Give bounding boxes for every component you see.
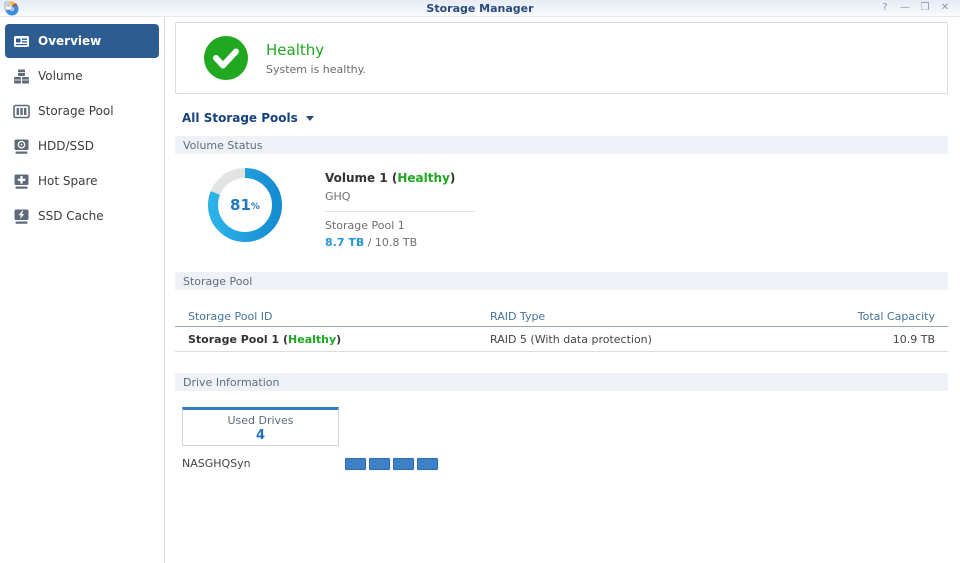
drive-slot[interactable] [417,458,438,470]
percent-value: 81 [230,196,251,214]
sidebar-item-overview[interactable]: Overview [5,24,159,58]
sidebar-item-storage-pool[interactable]: Storage Pool [5,94,159,128]
storage-pool-table: Storage Pool ID RAID Type Total Capacity… [175,306,948,352]
hdd-ssd-icon [13,138,30,155]
help-icon[interactable]: ? [880,3,890,13]
close-icon[interactable]: ✕ [940,3,950,13]
drive-slot[interactable] [393,458,414,470]
total-capacity-cell: 10.9 TB [825,333,935,346]
volume-usage-percent: 81% [207,167,283,243]
volume-name: Volume 1 (Healthy) [325,171,475,185]
section-header-drive-info: Drive Information [175,373,948,391]
pool-id-text: Storage Pool 1 [188,333,279,346]
used-drives-count: 4 [183,428,338,443]
pool-status-paren: ( [279,333,288,346]
chevron-down-icon [306,116,314,121]
titlebar: Storage Manager ? — ❐ ✕ [0,0,960,17]
volume-status-panel: 81% Volume 1 (Healthy) GHQ Storage Pool … [175,154,948,261]
sidebar-item-hot-spare[interactable]: Hot Spare [5,164,159,198]
pool-filter-label: All Storage Pools [182,111,298,125]
capacity-separator: / [364,236,375,249]
storage-pool-icon [13,103,30,120]
enclosure-name: NASGHQSyn [182,457,345,470]
divider [325,211,475,212]
table-row[interactable]: Storage Pool 1 (Healthy) RAID 5 (With da… [175,327,948,352]
volume-capacity: 8.7 TB / 10.8 TB [325,236,475,249]
maximize-icon[interactable]: ❐ [920,3,930,13]
pool-status-paren: ) [336,333,341,346]
volume-pool-name: Storage Pool 1 [325,219,475,232]
drive-slot[interactable] [345,458,366,470]
drive-slot[interactable] [369,458,390,470]
sidebar-item-label: Volume [38,69,83,83]
volume-name-text: Volume 1 [325,171,388,185]
volume-total: 10.8 TB [375,236,417,249]
window-controls: ? — ❐ ✕ [880,3,960,13]
sidebar-item-volume[interactable]: Volume [5,59,159,93]
window-title: Storage Manager [0,2,960,15]
healthy-check-icon [204,36,248,80]
health-status: Healthy [266,41,366,59]
minimize-icon[interactable]: — [900,3,910,13]
sidebar-item-hdd-ssd[interactable]: HDD/SSD [5,129,159,163]
pool-id-cell: Storage Pool 1 (Healthy) [188,333,490,346]
volume-icon [13,68,30,85]
column-header-total-capacity: Total Capacity [825,310,935,323]
column-header-pool-id: Storage Pool ID [188,310,490,323]
volume-used: 8.7 TB [325,236,364,249]
drive-slots [345,458,438,470]
pool-status-text: Healthy [288,333,336,346]
sidebar-item-label: Storage Pool [38,104,114,118]
overview-icon [13,33,30,50]
section-header-volume-status: Volume Status [175,136,948,154]
health-banner: Healthy System is healthy. [175,22,948,94]
column-header-raid-type: RAID Type [490,310,825,323]
enclosure-row: NASGHQSyn [182,457,948,470]
sidebar-item-label: HDD/SSD [38,139,94,153]
table-header-row: Storage Pool ID RAID Type Total Capacity [175,306,948,327]
hot-spare-icon [13,173,30,190]
storage-manager-app-icon [4,1,19,16]
volume-status-text: Healthy [397,171,450,185]
drive-information-section: Drive Information Used Drives 4 NASGHQSy… [175,373,948,470]
sidebar-item-label: SSD Cache [38,209,104,223]
sidebar: Overview Volume [0,17,165,563]
storage-manager-window: Overview Volume [0,17,960,563]
health-message: System is healthy. [266,63,366,76]
volume-info: Volume 1 (Healthy) GHQ Storage Pool 1 8.… [325,167,475,249]
section-header-storage-pool: Storage Pool [175,272,948,290]
used-drives-card[interactable]: Used Drives 4 [182,407,339,446]
pool-filter-dropdown[interactable]: All Storage Pools [175,111,948,125]
content-area: Healthy System is healthy. All Storage P… [165,17,960,563]
sidebar-item-ssd-cache[interactable]: SSD Cache [5,199,159,233]
ssd-cache-icon [13,208,30,225]
volume-status-paren: ) [450,171,455,185]
volume-description: GHQ [325,190,475,203]
percent-sign: % [251,202,260,212]
sidebar-item-label: Hot Spare [38,174,98,188]
used-drives-label: Used Drives [183,414,338,427]
sidebar-item-label: Overview [38,34,101,48]
volume-usage-donut: 81% [207,167,283,243]
raid-type-cell: RAID 5 (With data protection) [490,333,825,346]
